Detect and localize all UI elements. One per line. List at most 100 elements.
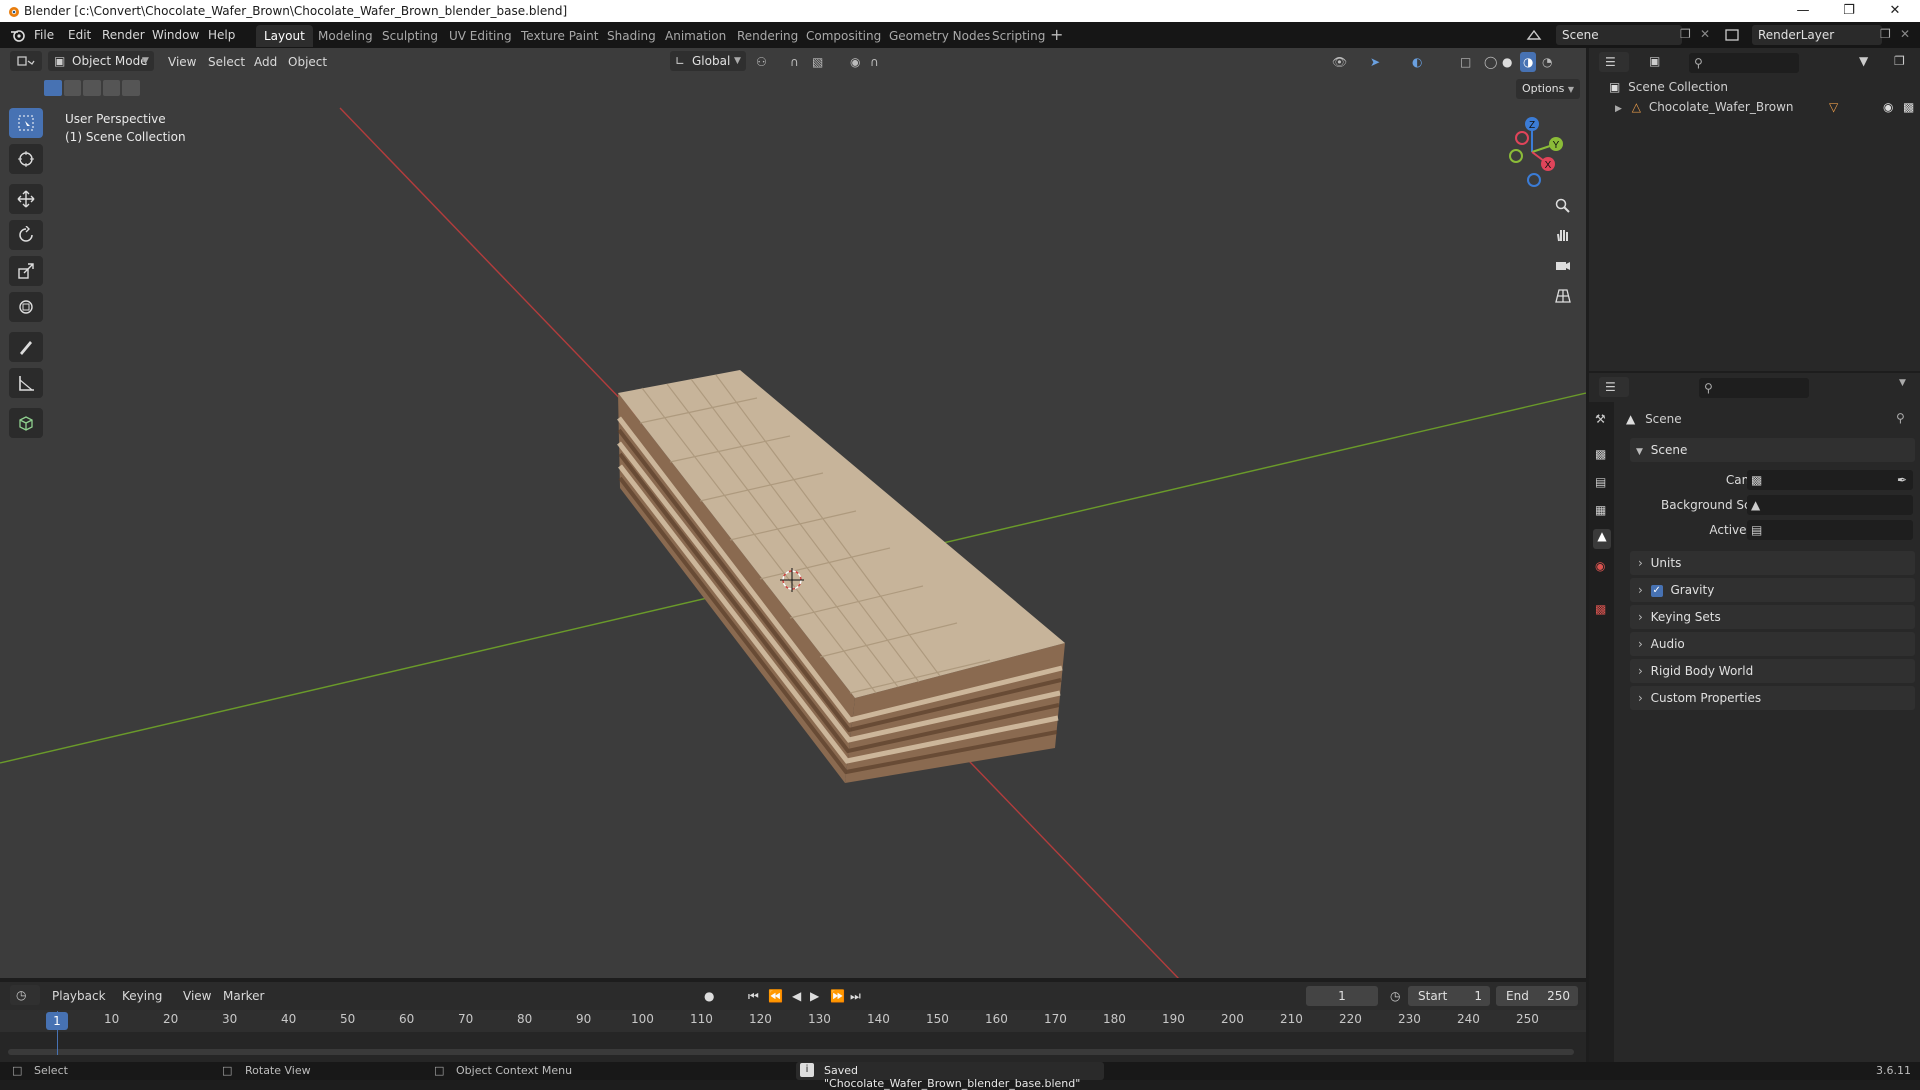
overlays-icon[interactable]: ◐: [1412, 52, 1422, 72]
camera-view-icon[interactable]: [1550, 252, 1576, 278]
pan-hand-icon[interactable]: [1550, 222, 1576, 248]
tab-geometry-nodes[interactable]: Geometry Nodes: [881, 25, 998, 47]
measure-tool[interactable]: [9, 368, 43, 398]
proportional-edit-icon[interactable]: ◉: [850, 52, 860, 72]
record-icon[interactable]: ●: [704, 986, 714, 1006]
new-view-layer-icon[interactable]: ❐: [1880, 27, 1891, 41]
3d-viewport[interactable]: [0, 48, 1586, 978]
solid-shading-icon[interactable]: ●: [1502, 52, 1512, 72]
gizmo-toggle-icon[interactable]: ➤: [1370, 52, 1380, 72]
gravity-checkbox[interactable]: ✓: [1650, 584, 1663, 597]
wireframe-shading-icon[interactable]: ◯: [1484, 52, 1497, 72]
xray-icon[interactable]: □: [1460, 52, 1471, 72]
start-frame-field[interactable]: Start 1: [1408, 986, 1490, 1006]
tab-sculpting[interactable]: Sculpting: [374, 25, 446, 47]
pivot-point-icon[interactable]: ⚇: [756, 52, 767, 72]
zoom-icon[interactable]: [1550, 193, 1576, 219]
eyedropper-icon[interactable]: ✒: [1897, 470, 1907, 490]
menu-render[interactable]: Render: [102, 22, 145, 48]
add-workspace-icon[interactable]: +: [1050, 25, 1063, 44]
tab-scripting[interactable]: Scripting: [984, 25, 1053, 47]
texture-tab-icon[interactable]: ▩: [1595, 602, 1606, 616]
expand-arrow-icon[interactable]: ▶: [1615, 104, 1622, 114]
add-cube-tool[interactable]: [9, 408, 43, 438]
cursor-tool[interactable]: [9, 144, 43, 174]
navigation-gizmo[interactable]: Z Y X: [1492, 112, 1572, 192]
menu-window[interactable]: Window: [152, 22, 199, 48]
timeline-editor-type[interactable]: ◷: [10, 985, 40, 1005]
background-scene-field[interactable]: ▲: [1747, 495, 1913, 515]
delete-scene-icon[interactable]: ✕: [1700, 27, 1710, 41]
end-frame-field[interactable]: End 250: [1496, 986, 1578, 1006]
tab-compositing[interactable]: Compositing: [798, 25, 889, 47]
scene-selector[interactable]: Scene: [1556, 25, 1682, 45]
viewport-menu-select[interactable]: Select: [208, 52, 245, 72]
rendered-shading-icon[interactable]: ◔: [1542, 52, 1552, 72]
timeline-menu-keying[interactable]: Keying: [122, 986, 162, 1006]
jump-start-icon[interactable]: ⏮: [748, 986, 759, 1006]
render-camera-icon[interactable]: ▩: [1903, 97, 1914, 117]
panel-units[interactable]: › Units: [1630, 551, 1915, 575]
timeline-menu-marker[interactable]: Marker: [223, 986, 264, 1006]
preview-range-icon[interactable]: ◷: [1390, 986, 1400, 1006]
panel-rigid-body-world[interactable]: › Rigid Body World: [1630, 659, 1915, 683]
filter-icon[interactable]: ▼: [1859, 54, 1868, 68]
play-reverse-icon[interactable]: ◀: [792, 986, 801, 1006]
perspective-toggle-icon[interactable]: [1550, 283, 1576, 309]
viewport-menu-view[interactable]: View: [168, 52, 196, 72]
transform-orientation-dropdown[interactable]: ∟ Global ▼: [670, 51, 746, 71]
snap-target-icon[interactable]: ▧: [812, 52, 823, 72]
next-keyframe-icon[interactable]: ⏩: [830, 986, 845, 1006]
falloff-icon[interactable]: ∩: [870, 52, 879, 72]
tab-modeling[interactable]: Modeling: [310, 25, 381, 47]
visibility-icon[interactable]: 👁: [1332, 52, 1347, 72]
tab-uv-editing[interactable]: UV Editing: [441, 25, 520, 47]
output-tab-icon[interactable]: ▤: [1595, 475, 1606, 489]
pin-icon[interactable]: ⚲: [1896, 411, 1905, 425]
close-icon[interactable]: ✕: [1872, 0, 1918, 22]
select-extend-icon[interactable]: [63, 80, 82, 96]
new-scene-icon[interactable]: ❐: [1680, 27, 1691, 41]
tool-tab-icon[interactable]: ⚒: [1595, 412, 1606, 426]
tab-rendering[interactable]: Rendering: [729, 25, 806, 47]
maximize-icon[interactable]: ❐: [1826, 0, 1872, 22]
panel-gravity[interactable]: › ✓ Gravity: [1630, 578, 1915, 602]
prev-keyframe-icon[interactable]: ⏪: [768, 986, 783, 1006]
transform-tool[interactable]: [9, 292, 43, 322]
scene-tab-icon[interactable]: ▲: [1593, 529, 1611, 549]
timeline-menu-view[interactable]: View: [183, 986, 211, 1006]
panel-audio[interactable]: › Audio: [1630, 632, 1915, 656]
current-frame-field[interactable]: 1: [1306, 986, 1378, 1006]
jump-end-icon[interactable]: ⏭: [850, 986, 861, 1006]
select-box-tool[interactable]: [9, 108, 43, 138]
select-intersect-icon[interactable]: [122, 80, 140, 96]
outliner-editor-type[interactable]: ☰: [1599, 52, 1629, 72]
rotate-tool[interactable]: [9, 220, 43, 250]
properties-editor-type[interactable]: ☰: [1599, 377, 1629, 397]
menu-file[interactable]: File: [34, 22, 54, 48]
playhead[interactable]: 1: [46, 1012, 68, 1030]
tab-animation[interactable]: Animation: [657, 25, 734, 47]
tab-texture-paint[interactable]: Texture Paint: [513, 25, 606, 47]
snap-icon[interactable]: ∩: [790, 52, 799, 72]
viewport-menu-object[interactable]: Object: [288, 52, 327, 72]
world-tab-icon[interactable]: ◉: [1595, 559, 1605, 573]
panel-keying-sets[interactable]: › Keying Sets: [1630, 605, 1915, 629]
menu-help[interactable]: Help: [208, 22, 235, 48]
render-tab-icon[interactable]: ▩: [1595, 447, 1606, 461]
editor-type-button[interactable]: [10, 51, 42, 71]
blender-menu-icon[interactable]: [10, 28, 26, 42]
active-clip-field[interactable]: ▤: [1747, 520, 1913, 540]
tab-layout[interactable]: Layout: [256, 25, 313, 47]
properties-search-input[interactable]: ⚲: [1699, 378, 1809, 398]
options-dropdown[interactable]: Options ▼: [1516, 79, 1580, 99]
annotate-tool[interactable]: [9, 332, 43, 362]
object-mode-dropdown[interactable]: ▣ Object Mode ▼: [48, 51, 154, 71]
move-tool[interactable]: [9, 184, 43, 214]
viewport-menu-add[interactable]: Add: [254, 52, 277, 72]
panel-scene-header[interactable]: ▼ Scene: [1630, 438, 1915, 462]
minimize-icon[interactable]: —: [1780, 0, 1826, 22]
select-invert-icon[interactable]: [102, 80, 121, 96]
outliner-root-row[interactable]: ▣ Scene Collection: [1609, 77, 1728, 97]
select-new-icon[interactable]: [44, 80, 62, 96]
